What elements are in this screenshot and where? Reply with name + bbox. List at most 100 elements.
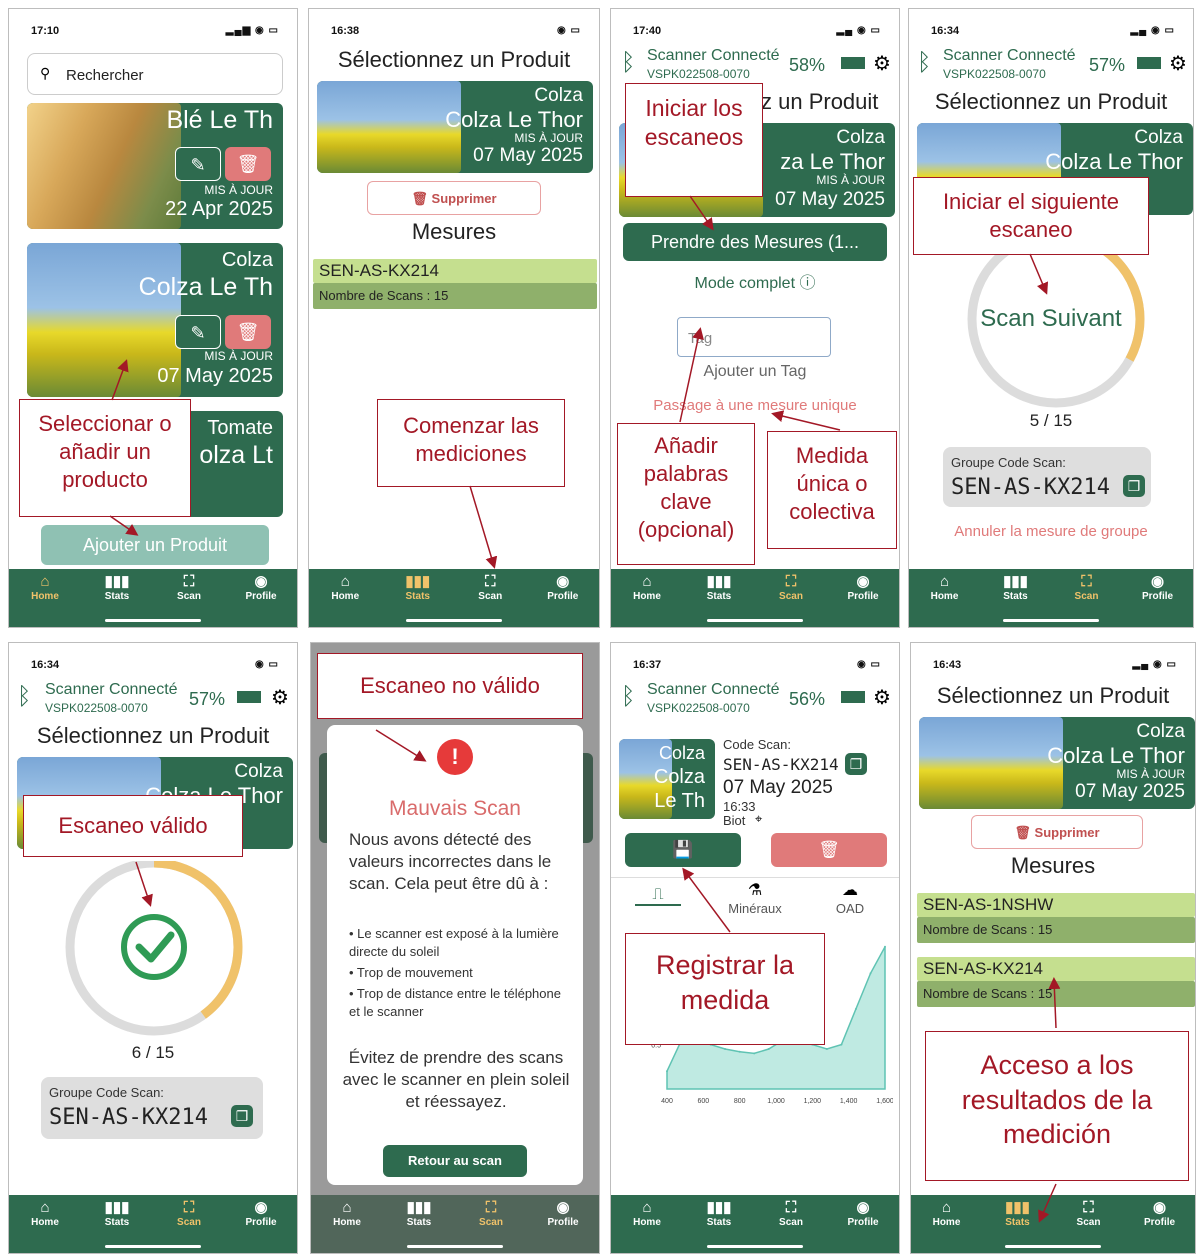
next-scan-button[interactable]: Scan Suivant: [909, 305, 1193, 333]
stats-icon: ▮▮▮: [706, 1199, 732, 1216]
take-measures-button[interactable]: Prendre des Mesures (1...: [623, 223, 887, 261]
group-code-label: Groupe Code Scan:: [49, 1085, 164, 1100]
nav-home[interactable]: ⌂ Home: [619, 573, 675, 627]
measure-group-item[interactable]: SEN-AS-KX214 Nombre de Scans : 15: [313, 259, 597, 309]
delete-measure-button[interactable]: 🗑: [771, 833, 887, 867]
edit-button[interactable]: ✎: [175, 147, 221, 181]
add-tag-button[interactable]: Ajouter un Tag: [611, 363, 899, 381]
retry-button[interactable]: Retour au scan: [383, 1145, 527, 1177]
product-card-colza[interactable]: Colza Colza Le Th ✎ 🗑 MIS À JOUR 07 May …: [27, 243, 283, 397]
nav-home[interactable]: ⌂ Home: [17, 1199, 73, 1253]
scan-icon: ⛶: [1081, 573, 1092, 590]
product-card[interactable]: Colza Colza Le Thor MIS À JOUR 07 May 20…: [919, 717, 1195, 809]
group-code: SEN-AS-1NSHW: [917, 893, 1195, 917]
nav-stats-label: Stats: [405, 591, 430, 602]
product-type: Colza: [534, 85, 583, 106]
scan-icon: ⛶: [785, 1199, 797, 1216]
bluetooth-icon: ᛒ: [17, 683, 32, 710]
gear-icon[interactable]: ⚙: [873, 685, 891, 710]
delete-product-button[interactable]: 🗑 Supprimer: [971, 815, 1143, 849]
mode-toggle[interactable]: Mode complet ⓘ: [611, 269, 899, 293]
nav-stats-label: Stats: [706, 1217, 732, 1228]
tag-input[interactable]: Tag: [677, 317, 831, 357]
gear-icon[interactable]: ⚙: [873, 51, 891, 76]
result-tabs: ⎍ ⚗ Minéraux ☁ OAD: [611, 877, 899, 917]
single-measure-link[interactable]: Passage à une mesure unique: [611, 397, 899, 414]
product-card-ble[interactable]: Blé Le Th ✎ 🗑 MIS À JOUR 22 Apr 2025: [27, 103, 283, 229]
code-label: Code Scan:: [723, 737, 791, 752]
gear-icon[interactable]: ⚙: [271, 685, 289, 710]
nav-profile[interactable]: ◉ Profile: [233, 573, 289, 627]
profile-icon: ◉: [556, 573, 570, 590]
spectrum-point: [767, 1048, 770, 1050]
info-icon: ⓘ: [795, 275, 816, 292]
nav-home[interactable]: ⌂ Home: [319, 1199, 375, 1253]
x-tick-label: 1,600: [876, 1098, 893, 1105]
group-code-box: Groupe Code Scan: SEN-AS-KX214 ❐: [943, 447, 1151, 507]
reason-2: • Trop de mouvement: [349, 965, 473, 980]
modal-advice: Évitez de prendre des scans avec le scan…: [342, 1048, 570, 1112]
tab-minerals[interactable]: ⚗ Minéraux: [719, 880, 791, 918]
nav-profile[interactable]: ◉ Profile: [233, 1199, 289, 1253]
save-icon: 💾: [672, 840, 694, 859]
tab-oad-label: OAD: [835, 901, 865, 916]
nav-stats-label: Stats: [104, 591, 130, 602]
tab-oad[interactable]: ☁ OAD: [825, 880, 875, 918]
measure-group-item-1[interactable]: SEN-AS-1NSHW Nombre de Scans : 15: [917, 893, 1195, 943]
gear-icon[interactable]: ⚙: [1169, 51, 1187, 76]
annotation-start-measures: Comenzar las mediciones: [377, 399, 565, 487]
bluetooth-icon: ᛒ: [917, 49, 932, 76]
add-product-button[interactable]: Ajouter un Produit: [41, 525, 269, 565]
home-icon: ⌂: [642, 573, 652, 590]
nav-home[interactable]: ⌂ Home: [917, 573, 973, 627]
reason-1: • Le scanner est exposé à la lumière dir…: [349, 926, 559, 960]
annotation-start-scans: Iniciar los escaneos: [625, 83, 763, 197]
copy-icon[interactable]: ❐: [845, 753, 867, 775]
search-placeholder: Rechercher: [66, 67, 144, 84]
measures-heading: Mesures: [1010, 853, 1096, 878]
x-tick-label: 1,200: [804, 1098, 822, 1105]
search-input[interactable]: ⚲ Rechercher: [27, 53, 283, 95]
status-bar: 16:43 ▂▄ ◉ ▭: [911, 643, 1195, 671]
tab-spectrum[interactable]: ⎍: [635, 886, 681, 906]
product-date: 07 May 2025: [473, 145, 583, 166]
nav-home[interactable]: ⌂ Home: [619, 1199, 675, 1253]
edit-button[interactable]: ✎: [175, 315, 221, 349]
nav-home[interactable]: ⌂ Home: [919, 1199, 975, 1253]
status-time: 16:43: [933, 659, 962, 671]
screen-invalid-scan: ! Mauvais Scan Nous avons détecté des va…: [310, 642, 600, 1254]
home-icon: ⌂: [40, 573, 50, 590]
delete-button[interactable]: 🗑: [225, 147, 271, 181]
battery-level: 57%: [1089, 55, 1126, 75]
product-type: Colza: [1136, 721, 1185, 742]
nav-profile[interactable]: ◉ Profile: [835, 573, 891, 627]
nav-profile[interactable]: ◉ Profile: [1132, 1199, 1188, 1253]
cancel-group-link[interactable]: Annuler la mesure de groupe: [909, 523, 1193, 540]
nav-home[interactable]: ⌂ Home: [17, 573, 73, 627]
scan-count: Nombre de Scans : 15: [917, 981, 1195, 1007]
copy-icon[interactable]: ❐: [1123, 475, 1145, 497]
product-card[interactable]: Colza Colza Le Thor MIS À JOUR 07 May 20…: [317, 81, 593, 173]
delete-product-button[interactable]: 🗑 Supprimer: [367, 181, 541, 215]
nav-profile[interactable]: ◉ Profile: [1130, 573, 1186, 627]
measure-group-item-2[interactable]: SEN-AS-KX214 Nombre de Scans : 15: [917, 957, 1195, 1007]
page-title: Sélectionnez un Produit: [936, 683, 1170, 708]
oad-icon: ☁: [842, 882, 858, 899]
bottom-nav: ⌂ Home ▮▮▮ Stats ⛶ Scan ◉ Profile: [9, 569, 297, 627]
delete-button[interactable]: 🗑: [225, 315, 271, 349]
product-name: Colza Le Thor: [1045, 149, 1183, 174]
bottom-nav: ⌂ Home ▮▮▮ Stats ⛶ Scan ◉ Profile: [309, 569, 599, 627]
scan-icon: ⛶: [484, 573, 496, 590]
x-tick-label: 400: [661, 1098, 673, 1105]
nav-profile[interactable]: ◉ Profile: [535, 1199, 591, 1253]
nav-profile[interactable]: ◉ Profile: [835, 1199, 891, 1253]
x-tick-label: 1,400: [840, 1098, 858, 1105]
copy-icon[interactable]: ❐: [231, 1105, 253, 1127]
profile-icon: ◉: [1150, 573, 1165, 590]
nav-home[interactable]: ⌂ Home: [317, 573, 373, 627]
product-type: Colza: [1134, 127, 1183, 148]
spectrum-point: [869, 972, 872, 975]
nav-profile[interactable]: ◉ Profile: [535, 573, 591, 627]
scanner-status: Scanner Connecté: [45, 681, 178, 698]
save-measure-button[interactable]: 💾: [625, 833, 741, 867]
